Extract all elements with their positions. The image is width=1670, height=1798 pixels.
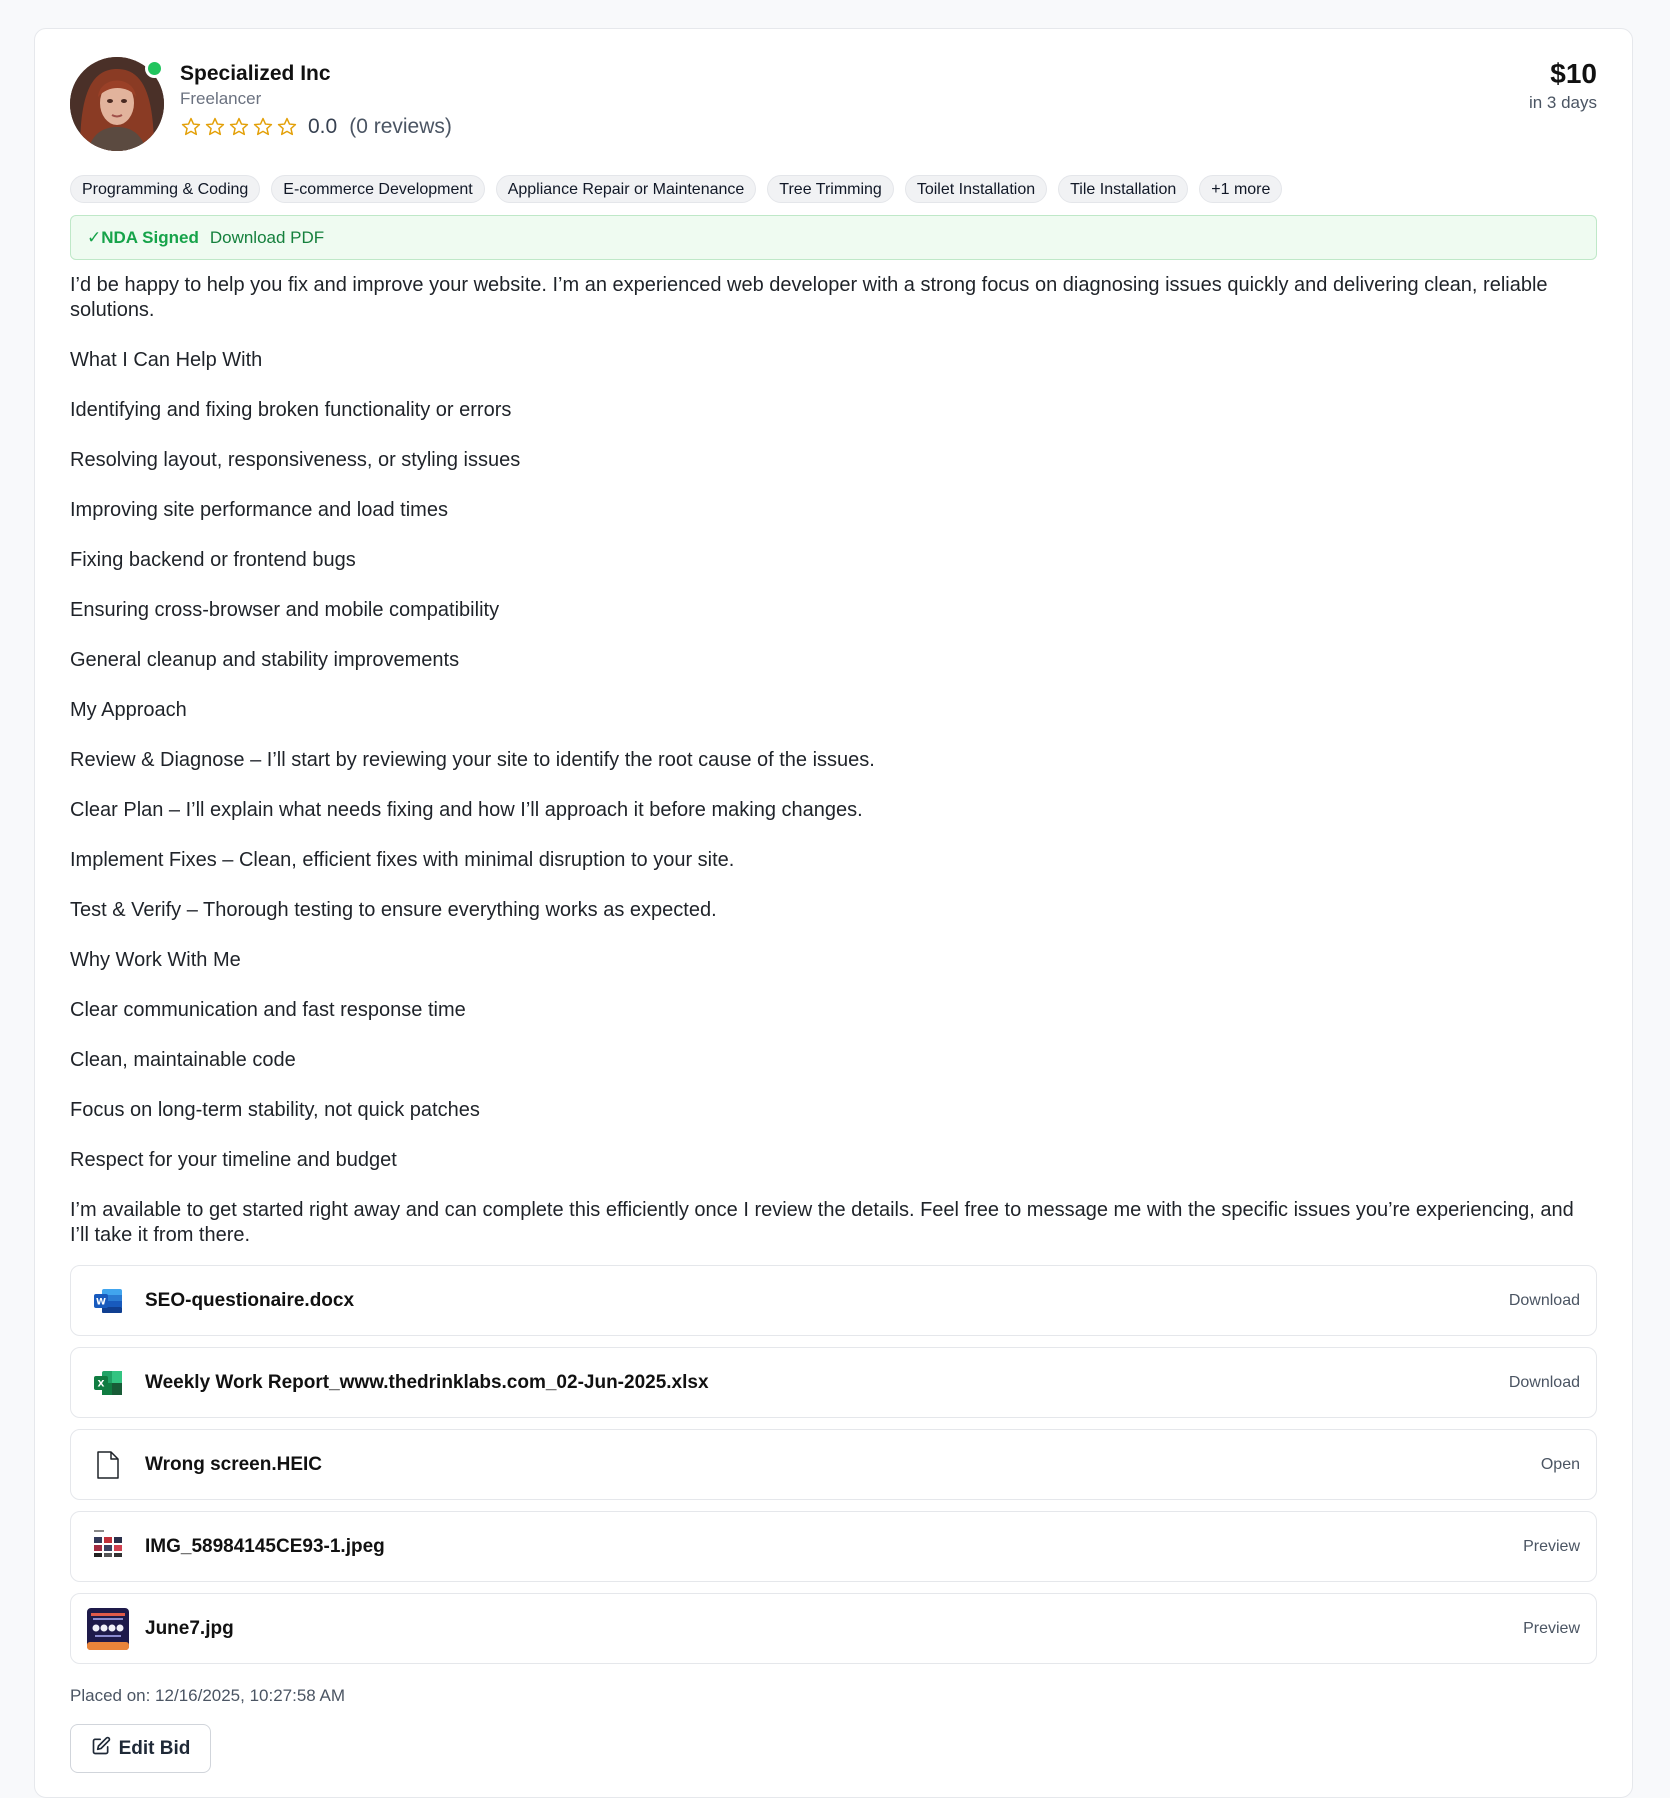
download-button[interactable]: Download [1509, 1374, 1580, 1392]
bid-description: I’d be happy to help you fix and improve… [70, 273, 1597, 1248]
excel-sheet-icon: X [87, 1362, 129, 1404]
description-paragraph: Clear communication and fast response ti… [70, 999, 466, 1021]
description-paragraph: Resolving layout, responsiveness, or sty… [70, 449, 521, 471]
edit-icon [91, 1736, 111, 1762]
more-tags-chip[interactable]: +1 more [1199, 175, 1283, 203]
skill-tags: Programming & Coding E-commerce Developm… [70, 175, 1597, 203]
description-paragraph: Improving site performance and load time… [70, 499, 448, 521]
svg-text:W: W [96, 1297, 106, 1307]
description-paragraph: Identifying and fixing broken functional… [70, 399, 512, 421]
star-rating [180, 116, 298, 138]
freelancer-role: Freelancer [180, 89, 262, 108]
description-paragraph: Clear Plan – I’ll explain what needs fix… [70, 799, 863, 821]
attachment-name[interactable]: IMG_58984145CE93-1.jpeg [145, 1536, 1523, 1558]
star-outline-icon [181, 117, 201, 136]
nda-status: ✓NDA Signed [87, 227, 199, 247]
description-paragraph: I’m available to get started right away … [70, 1199, 1574, 1246]
star-outline-icon [277, 117, 297, 136]
description-paragraph: Ensuring cross-browser and mobile compat… [70, 599, 500, 621]
rating-row: 0.0 (0 reviews) [180, 113, 452, 141]
image-thumbnail-icon[interactable] [87, 1526, 129, 1568]
bid-timeline: in 3 days [1528, 93, 1597, 112]
bid-header: Specialized Inc Freelancer 0.0 (0 review… [70, 57, 1597, 153]
description-paragraph: Review & Diagnose – I’ll start by review… [70, 749, 875, 771]
nda-banner: ✓NDA Signed Download PDF [70, 215, 1597, 260]
placed-on-timestamp: Placed on: 12/16/2025, 10:27:58 AM [70, 1686, 346, 1705]
edit-bid-label: Edit Bid [118, 1737, 191, 1759]
online-status-dot [145, 59, 164, 78]
download-button[interactable]: Download [1509, 1292, 1580, 1310]
attachment-name[interactable]: SEO-questionaire.docx [145, 1290, 1509, 1312]
description-paragraph: Implement Fixes – Clean, efficient fixes… [70, 849, 735, 871]
bid-card: Specialized Inc Freelancer 0.0 (0 review… [34, 28, 1633, 1798]
preview-button[interactable]: Preview [1523, 1538, 1580, 1556]
description-paragraph: I’d be happy to help you fix and improve… [70, 274, 1548, 321]
freelancer-name[interactable]: Specialized Inc [180, 62, 331, 86]
preview-button[interactable]: Preview [1523, 1620, 1580, 1638]
description-paragraph: Clean, maintainable code [70, 1049, 296, 1071]
open-button[interactable]: Open [1541, 1456, 1580, 1474]
review-count: (0 reviews) [349, 115, 452, 138]
star-outline-icon [253, 117, 273, 136]
attachment-item[interactable]: June7.jpg Preview [70, 1593, 1597, 1664]
attachment-name[interactable]: Weekly Work Report_www.thedrinklabs.com_… [145, 1372, 1509, 1394]
word-doc-icon: W [87, 1280, 129, 1322]
skill-tag: Programming & Coding [70, 175, 261, 203]
avatar-wrap[interactable] [70, 57, 164, 151]
attachment-item[interactable]: Wrong screen.HEIC Open [70, 1429, 1597, 1500]
description-paragraph: Respect for your timeline and budget [70, 1149, 397, 1171]
description-heading: My Approach [70, 699, 187, 721]
description-paragraph: Focus on long-term stability, not quick … [70, 1099, 480, 1121]
description-paragraph: General cleanup and stability improvemen… [70, 649, 460, 671]
skill-tag: Tile Installation [1058, 175, 1189, 203]
star-outline-icon [205, 117, 225, 136]
generic-file-icon [87, 1444, 129, 1486]
rating-value: 0.0 [308, 115, 338, 138]
skill-tag: Tree Trimming [767, 175, 894, 203]
attachment-name[interactable]: Wrong screen.HEIC [145, 1454, 1541, 1476]
bid-price: $10 [1550, 58, 1597, 89]
attachment-item[interactable]: X Weekly Work Report_www.thedrinklabs.co… [70, 1347, 1597, 1418]
attachment-item[interactable]: W SEO-questionaire.docx Download [70, 1265, 1597, 1336]
description-heading: Why Work With Me [70, 949, 241, 971]
svg-text:X: X [98, 1379, 105, 1389]
attachments-list: W SEO-questionaire.docx Download X Weekl… [70, 1265, 1597, 1664]
skill-tag: Toilet Installation [904, 175, 1048, 203]
description-paragraph: Test & Verify – Thorough testing to ensu… [70, 899, 717, 921]
star-outline-icon [229, 117, 249, 136]
description-paragraph: Fixing backend or frontend bugs [70, 549, 356, 571]
bid-price-block: $10 in 3 days [1529, 57, 1597, 113]
image-thumbnail-icon[interactable] [87, 1607, 129, 1650]
skill-tag: Appliance Repair or Maintenance [495, 175, 757, 203]
description-heading: What I Can Help With [70, 349, 263, 371]
attachment-name[interactable]: June7.jpg [145, 1618, 1523, 1640]
attachment-item[interactable]: IMG_58984145CE93-1.jpeg Preview [70, 1511, 1597, 1582]
download-nda-pdf-link[interactable]: Download PDF [210, 228, 324, 248]
skill-tag: E-commerce Development [271, 175, 485, 203]
edit-bid-button[interactable]: Edit Bid [70, 1724, 211, 1773]
